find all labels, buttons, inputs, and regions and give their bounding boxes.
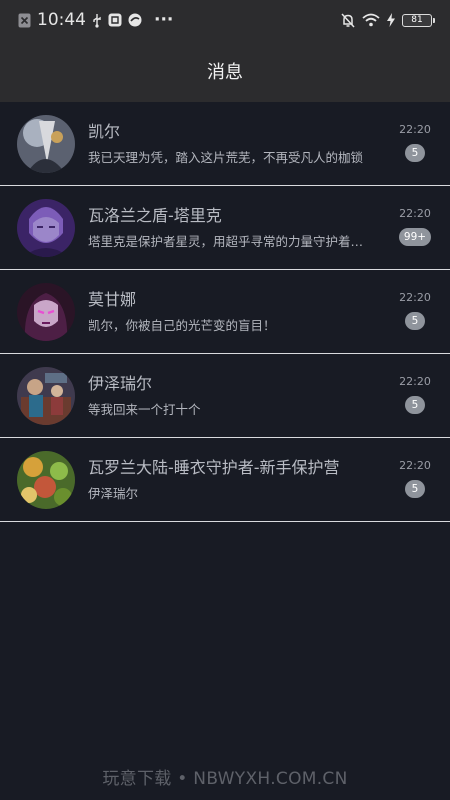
contact-name: 伊泽瑞尔 [88, 374, 153, 393]
message-time: 22:20 [399, 123, 431, 136]
avatar [17, 114, 75, 173]
conversation-info: 瓦洛兰之盾-塔里克 塔里克是保护者星灵，用超乎寻常的力量守护着符文之地 [88, 205, 370, 250]
contact-name: 莫甘娜 [88, 290, 137, 309]
message-time: 22:20 [399, 291, 431, 304]
usb-icon [92, 13, 102, 28]
notification-x-icon [18, 13, 31, 28]
app-icon [108, 13, 122, 27]
conversation-info: 凯尔 我已天理为凭，踏入这片荒芜，不再受凡人的枷锁 [88, 121, 370, 166]
wifi-icon [362, 13, 380, 27]
unread-badge: 5 [405, 396, 425, 414]
conversation-meta: 22:20 99+ [398, 207, 432, 246]
avatar [17, 198, 75, 257]
message-preview: 我已天理为凭，踏入这片荒芜，不再受凡人的枷锁 [88, 150, 364, 165]
contact-name: 凯尔 [88, 122, 121, 141]
contact-name: 瓦罗兰大陆-睡衣守护者-新手保护营 [88, 458, 340, 477]
battery-icon: 81 [402, 13, 435, 27]
unread-badge: 5 [405, 144, 425, 162]
avatar [17, 282, 75, 341]
conversation-row[interactable]: 莫甘娜 凯尔，你被自己的光芒变的盲目！ 22:20 5 [0, 270, 450, 354]
page-title: 消息 [207, 62, 243, 83]
status-bar: 10:44 ··· 81 [0, 0, 450, 40]
conversation-info: 伊泽瑞尔 等我回来一个打十个 [88, 373, 370, 418]
status-bar-left: 10:44 ··· [18, 10, 173, 30]
message-time: 22:20 [399, 459, 431, 472]
watermark-text: 玩意下载 • NBWYXH.COM.CN [102, 769, 348, 789]
status-time: 10:44 [37, 10, 86, 30]
conversation-row[interactable]: 伊泽瑞尔 等我回来一个打十个 22:20 5 [0, 354, 450, 438]
conversation-meta: 22:20 5 [398, 459, 432, 498]
message-preview: 伊泽瑞尔 [88, 486, 139, 501]
message-preview: 塔里克是保护者星灵，用超乎寻常的力量守护着符文之地 [88, 234, 370, 249]
conversation-row[interactable]: 凯尔 我已天理为凭，踏入这片荒芜，不再受凡人的枷锁 22:20 5 [0, 102, 450, 186]
message-preview: 凯尔，你被自己的光芒变的盲目！ [88, 318, 276, 333]
conversation-row[interactable]: 瓦罗兰大陆-睡衣守护者-新手保护营 伊泽瑞尔 22:20 5 [0, 438, 450, 522]
avatar [17, 366, 75, 425]
message-preview: 等我回来一个打十个 [88, 402, 201, 417]
message-time: 22:20 [399, 207, 431, 220]
message-time: 22:20 [399, 375, 431, 388]
avatar [17, 450, 75, 509]
contact-name: 瓦洛兰之盾-塔里克 [88, 206, 222, 225]
conversation-row[interactable]: 瓦洛兰之盾-塔里克 塔里克是保护者星灵，用超乎寻常的力量守护着符文之地 22:2… [0, 186, 450, 270]
conversation-meta: 22:20 5 [398, 375, 432, 414]
conversation-meta: 22:20 5 [398, 123, 432, 162]
conversation-meta: 22:20 5 [398, 291, 432, 330]
top-bar: 消息 [0, 40, 450, 102]
status-bar-right: 81 [341, 12, 435, 28]
more-dots-icon: ··· [154, 10, 174, 30]
unread-badge: 99+ [398, 228, 432, 246]
unread-badge: 5 [405, 312, 425, 330]
conversation-list: 凯尔 我已天理为凭，踏入这片荒芜，不再受凡人的枷锁 22:20 5 瓦洛兰之盾-… [0, 102, 450, 522]
conversation-info: 瓦罗兰大陆-睡衣守护者-新手保护营 伊泽瑞尔 [88, 457, 370, 502]
charging-icon [387, 13, 395, 27]
unread-badge: 5 [405, 480, 425, 498]
mute-bell-icon [341, 12, 355, 28]
conversation-info: 莫甘娜 凯尔，你被自己的光芒变的盲目！ [88, 289, 370, 334]
app-icon-2 [128, 13, 142, 27]
